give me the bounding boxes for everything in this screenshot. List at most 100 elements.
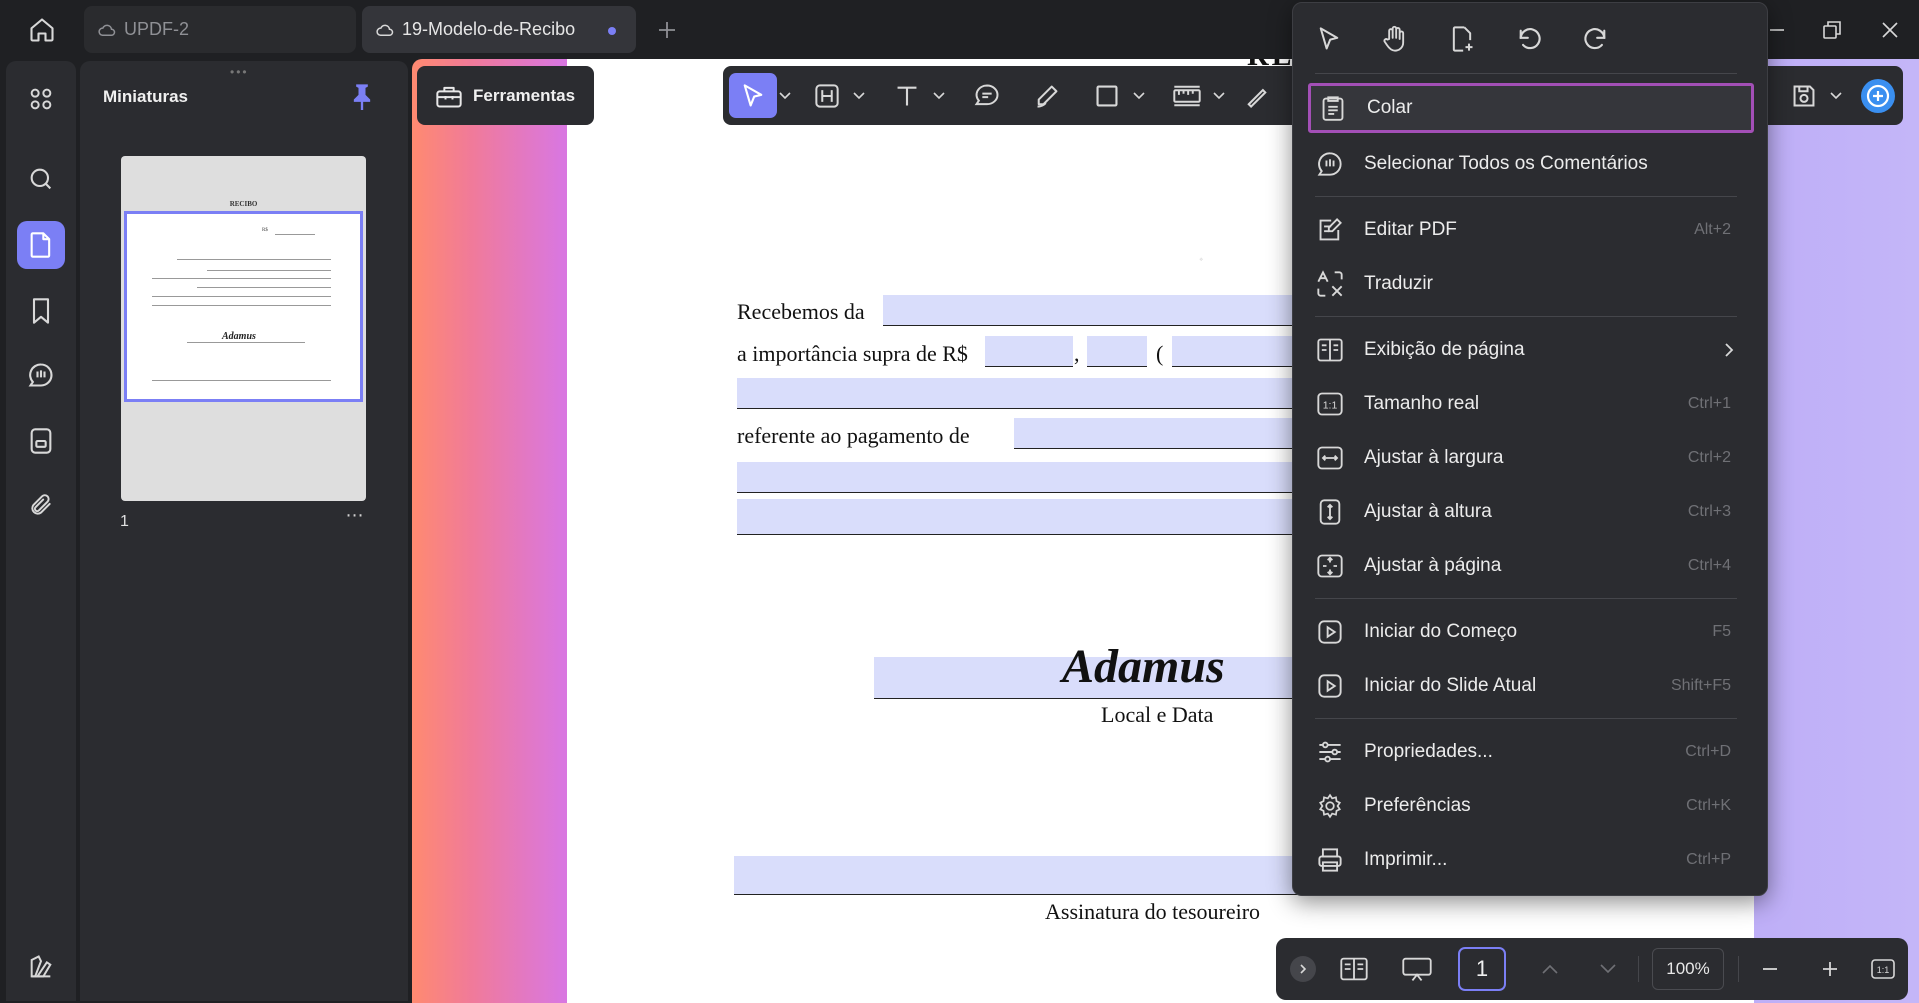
rail-thumbnails-button[interactable] <box>17 221 65 269</box>
chevron-down-icon[interactable] <box>1830 91 1842 100</box>
menu-item-iniciar-comeco[interactable]: Iniciar do Começo F5 <box>1308 607 1754 657</box>
zoom-level[interactable]: 100% <box>1652 948 1724 990</box>
rail-comments-button[interactable] <box>17 351 65 399</box>
menu-item-label: Propriedades... <box>1364 741 1493 762</box>
thumbnail-title: RECIBO <box>229 200 258 208</box>
menu-item-label: Iniciar do Começo <box>1364 621 1518 642</box>
quick-rotate-left-button[interactable] <box>1507 17 1551 61</box>
tools-label: Ferramentas <box>473 85 576 105</box>
menu-item-tamanho-real[interactable]: 1:1 Tamanho real Ctrl+1 <box>1308 379 1754 429</box>
chevron-down-icon[interactable] <box>933 91 945 100</box>
printer-icon <box>1313 843 1347 877</box>
rail-attachments-list-button[interactable] <box>17 417 65 465</box>
rail-attachments-button[interactable] <box>17 481 65 529</box>
menu-item-propriedades[interactable]: Propriedades... Ctrl+D <box>1308 727 1754 777</box>
presentation-button[interactable] <box>1392 947 1442 991</box>
home-button[interactable] <box>20 10 64 50</box>
current-page-input[interactable]: 1 <box>1458 947 1506 991</box>
thumbnail-line <box>275 234 315 235</box>
shape-tool[interactable] <box>1083 73 1147 118</box>
menu-item-preferencias[interactable]: Preferências Ctrl+K <box>1308 781 1754 831</box>
tools-button[interactable]: Ferramentas <box>417 66 594 125</box>
chevron-down-icon[interactable] <box>1213 91 1225 100</box>
pencil-tool[interactable] <box>1023 73 1071 118</box>
rail-theme-button[interactable] <box>17 943 65 991</box>
rail-tools-button[interactable] <box>17 75 65 123</box>
text-recebemos: Recebemos da <box>737 299 865 324</box>
menu-item-ajustar-largura[interactable]: Ajustar à largura Ctrl+2 <box>1308 433 1754 483</box>
pin-panel-button[interactable] <box>347 79 377 113</box>
edit-pdf-icon <box>1313 213 1347 247</box>
quick-hand-button[interactable] <box>1373 17 1417 61</box>
zoom-out-button[interactable] <box>1750 947 1790 991</box>
panel-resize-handle[interactable]: ••• <box>230 65 249 79</box>
actual-size-button[interactable]: 1:1 <box>1866 947 1900 991</box>
quick-select-button[interactable] <box>1307 17 1351 61</box>
select-tool[interactable] <box>729 73 793 118</box>
page-layout-button[interactable] <box>1332 947 1376 991</box>
bar-divider <box>1638 956 1639 982</box>
close-button[interactable] <box>1866 10 1914 50</box>
highlight-tool[interactable] <box>803 73 867 118</box>
page-thumbnail[interactable]: RECIBO R$ Adamus <box>121 156 366 501</box>
tab-updf-2[interactable]: UPDF-2 <box>84 6 356 53</box>
menu-item-shortcut: Ctrl+D <box>1685 743 1731 760</box>
paste-icon <box>1316 91 1350 125</box>
text-assinatura: Assinatura do tesoureiro <box>1045 899 1261 924</box>
menu-item-label: Preferências <box>1364 795 1471 816</box>
menu-item-iniciar-slide-atual[interactable]: Iniciar do Slide Atual Shift+F5 <box>1308 661 1754 711</box>
chevron-down-icon[interactable] <box>853 91 865 100</box>
thumbnail-rs: R$ <box>262 228 268 233</box>
menu-item-imprimir[interactable]: Imprimir... Ctrl+P <box>1308 835 1754 885</box>
comment-icon <box>28 363 53 387</box>
chevron-down-icon <box>1600 964 1616 974</box>
hand-icon <box>1383 25 1405 52</box>
chevron-down-icon[interactable] <box>779 91 791 100</box>
context-menu: Colar Selecionar Todos os Comentários Ed… <box>1292 2 1768 896</box>
menu-item-colar[interactable]: Colar <box>1308 83 1754 133</box>
chevron-right-icon <box>1724 342 1734 358</box>
pen-nib-icon <box>1247 88 1267 108</box>
ruler-icon <box>1173 85 1201 106</box>
stamp-tool[interactable] <box>1233 73 1281 118</box>
restore-button[interactable] <box>1808 10 1856 50</box>
quick-add-page-button[interactable] <box>1440 17 1484 61</box>
close-icon <box>1882 22 1898 38</box>
thumbnails-panel: ••• Miniaturas RECIBO R$ Adamus 1 ⋯ <box>80 61 408 1001</box>
add-page-icon <box>1452 26 1473 52</box>
comment-bubble-icon <box>974 84 999 105</box>
new-tab-button[interactable] <box>652 12 682 48</box>
ai-assistant-icon <box>1861 78 1895 113</box>
menu-item-label: Traduzir <box>1364 273 1433 294</box>
menu-item-label: Ajustar à altura <box>1364 501 1492 522</box>
chevron-down-icon[interactable] <box>1133 91 1145 100</box>
menu-item-ajustar-pagina[interactable]: Ajustar à página Ctrl+4 <box>1308 541 1754 591</box>
tab-19-modelo-de-recibo[interactable]: 19-Modelo-de-Recibo <box>362 6 636 53</box>
quick-rotate-right-button[interactable] <box>1574 17 1618 61</box>
menu-item-selecionar-comentarios[interactable]: Selecionar Todos os Comentários <box>1308 139 1754 189</box>
menu-item-shortcut: F5 <box>1712 623 1731 640</box>
menu-item-shortcut: Ctrl+2 <box>1687 449 1731 466</box>
rail-search-button[interactable] <box>17 155 65 203</box>
actual-size-icon: 1:1 <box>1871 959 1895 979</box>
previous-page-button[interactable] <box>1532 947 1568 991</box>
next-page-button[interactable] <box>1590 947 1626 991</box>
menu-item-exibicao-pagina[interactable]: Exibição de página <box>1308 325 1754 375</box>
thumbnail-more-button[interactable]: ⋯ <box>338 505 372 531</box>
paperclip-icon <box>31 494 51 515</box>
save-tool[interactable] <box>1780 73 1844 118</box>
menu-item-traduzir[interactable]: Traduzir <box>1308 259 1754 309</box>
form-field-centavos[interactable] <box>1087 336 1147 367</box>
rail-bookmarks-button[interactable] <box>17 287 65 335</box>
fit-width-icon <box>1313 441 1347 475</box>
form-field-valor[interactable] <box>985 336 1073 367</box>
comment-tool[interactable] <box>963 73 1011 118</box>
menu-item-ajustar-altura[interactable]: Ajustar à altura Ctrl+3 <box>1308 487 1754 537</box>
menu-item-editar-pdf[interactable]: Editar PDF Alt+2 <box>1308 205 1754 255</box>
thumbnail-line <box>152 380 331 381</box>
zoom-in-button[interactable] <box>1810 947 1850 991</box>
ai-assistant-button[interactable] <box>1857 73 1899 118</box>
text-tool[interactable] <box>883 73 947 118</box>
measure-tool[interactable] <box>1163 73 1227 118</box>
collapse-bar-button[interactable] <box>1290 956 1316 982</box>
